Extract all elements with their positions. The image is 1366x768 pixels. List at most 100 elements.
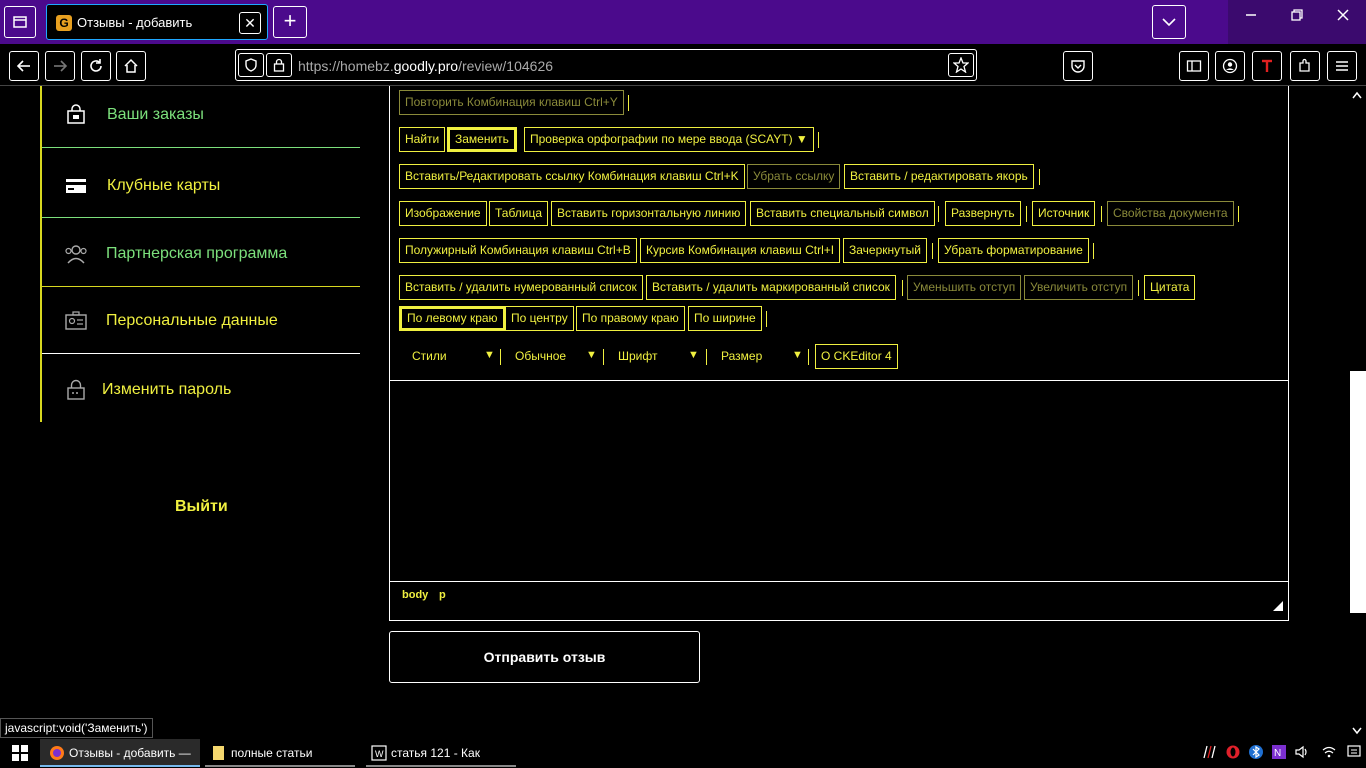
toolbar-separator — [902, 280, 903, 296]
toolbar-separator — [603, 349, 604, 365]
home-icon — [124, 58, 138, 73]
toolbar-separator — [1039, 169, 1040, 185]
format-combo[interactable]: Обычное ▼ — [515, 349, 597, 365]
taskbar-app-label: Отзывы - добавить — ... — [69, 746, 191, 760]
forward-button[interactable] — [45, 51, 75, 81]
status-url: javascript:void('Заменить') — [0, 718, 153, 738]
link-button[interactable]: Вставить/Редактировать ссылку Комбинация… — [399, 164, 745, 189]
toolbar-separator — [1026, 206, 1027, 222]
tracking-protection-button[interactable] — [238, 53, 264, 77]
bulleted-list-button[interactable]: Вставить / удалить маркированный список — [646, 275, 896, 300]
scroll-up-icon[interactable] — [1352, 88, 1362, 102]
sidebar-item-personal-data[interactable]: Персональные данные — [42, 308, 360, 334]
taskbar-app-folder[interactable]: полные статьи — [205, 739, 355, 767]
resize-handle[interactable] — [1273, 601, 1283, 611]
sidebar-item-partner-program[interactable]: Партнерская программа — [42, 241, 360, 267]
about-button[interactable]: О CKEditor 4 — [815, 344, 898, 369]
extensions-button[interactable] — [1290, 51, 1320, 81]
numbered-list-button[interactable]: Вставить / удалить нумерованный список — [399, 275, 643, 300]
list-all-tabs-button[interactable] — [1152, 5, 1186, 39]
scroll-down-icon[interactable] — [1352, 724, 1362, 738]
toolbar-separator — [706, 349, 707, 365]
indent-button[interactable]: Увеличить отступ — [1024, 275, 1134, 300]
maximize-button[interactable]: Развернуть — [945, 201, 1021, 226]
toolbar-separator — [628, 95, 629, 111]
tray-opera-icon[interactable] — [1224, 743, 1242, 761]
chevron-down-icon: ▼ — [586, 349, 597, 361]
sidebar-item-orders[interactable]: Ваши заказы — [42, 102, 360, 128]
format-combo-label: Обычное — [515, 349, 567, 363]
remove-format-button[interactable]: Убрать форматирование — [938, 238, 1089, 263]
scayt-button[interactable]: Проверка орфографии по мере ввода (SCAYT… — [524, 127, 814, 152]
taskbar-app-firefox[interactable]: Отзывы - добавить — ... — [40, 739, 200, 767]
special-char-button[interactable]: Вставить специальный символ — [750, 201, 935, 226]
sidebar-item-change-password[interactable]: Изменить пароль — [42, 377, 360, 403]
strikethrough-button[interactable]: Зачеркнутый — [843, 238, 927, 263]
start-button[interactable] — [5, 739, 35, 767]
divider — [42, 353, 360, 354]
bluetooth-icon[interactable] — [1247, 743, 1265, 761]
reader-view-button[interactable] — [1179, 51, 1209, 81]
wifi-icon[interactable] — [1320, 743, 1338, 761]
minimize-button[interactable] — [1228, 8, 1274, 26]
site-info-button[interactable] — [266, 53, 292, 77]
styles-combo[interactable]: Стили ▼ — [412, 349, 495, 365]
taskbar-app-label: статья 121 - Как увел... — [391, 746, 480, 760]
taskbar-app-word[interactable]: W статья 121 - Как увел... — [366, 739, 516, 767]
bookmark-star-button[interactable] — [948, 53, 974, 77]
tab-title: Отзывы - добавить — [77, 15, 193, 30]
unlink-button[interactable]: Убрать ссылку — [747, 164, 841, 189]
speaker-icon[interactable] — [1293, 743, 1311, 761]
menu-button[interactable] — [1327, 51, 1357, 81]
redo-button[interactable]: Повторить Комбинация клавиш Ctrl+Y — [399, 90, 624, 115]
sidebar-item-club-cards[interactable]: Клубные карты — [42, 173, 360, 199]
sidebar-item-label: Изменить пароль — [102, 381, 232, 398]
tray-app-icon[interactable] — [1200, 743, 1218, 761]
italic-button[interactable]: Курсив Комбинация клавиш Ctrl+I — [640, 238, 841, 263]
firefox-view-button[interactable] — [4, 6, 36, 38]
scrollbar-thumb[interactable] — [1350, 371, 1366, 613]
align-right-button[interactable]: По правому краю — [576, 306, 685, 331]
tab-active[interactable]: G Отзывы - добавить ✕ — [46, 4, 268, 40]
replace-button[interactable]: Заменить — [447, 127, 517, 152]
reload-button[interactable] — [81, 51, 111, 81]
account-sidebar: Ваши заказы Клубные карты Партнерская пр… — [40, 86, 360, 422]
image-button[interactable]: Изображение — [399, 201, 487, 226]
align-left-button[interactable]: По левому краю — [399, 306, 506, 331]
find-button[interactable]: Найти — [399, 127, 446, 152]
restore-button[interactable] — [1274, 8, 1320, 26]
blockquote-button[interactable]: Цитата — [1144, 275, 1196, 300]
element-path-p[interactable]: p — [439, 589, 446, 601]
divider — [42, 286, 360, 287]
logout-link[interactable]: Выйти — [175, 498, 228, 516]
back-button[interactable] — [9, 51, 39, 81]
table-button[interactable]: Таблица — [489, 201, 549, 226]
tab-close-icon[interactable]: ✕ — [239, 12, 261, 34]
url-bar[interactable]: https://homebz.goodly.pro/review/104626 — [235, 49, 977, 81]
align-center-button[interactable]: По центру — [505, 306, 574, 331]
toolbar-separator — [1101, 206, 1102, 222]
submit-review-button[interactable]: Отправить отзыв — [389, 631, 700, 683]
font-combo[interactable]: Шрифт ▼ — [618, 349, 700, 365]
tab-strip: G Отзывы - добавить ✕ + — [0, 0, 1366, 44]
close-window-button[interactable] — [1320, 8, 1366, 26]
notifications-icon[interactable] — [1345, 743, 1363, 761]
home-button[interactable] — [116, 51, 146, 81]
bold-button[interactable]: Полужирный Комбинация клавиш Ctrl+B — [399, 238, 637, 263]
editor-content-area[interactable] — [390, 380, 1288, 582]
horizontal-rule-button[interactable]: Вставить горизонтальную линию — [551, 201, 747, 226]
url-text[interactable]: https://homebz.goodly.pro/review/104626 — [298, 58, 553, 74]
document-properties-button[interactable]: Свойства документа — [1107, 201, 1234, 226]
align-justify-button[interactable]: По ширине — [688, 306, 762, 331]
extension-t-button[interactable] — [1252, 51, 1282, 81]
element-path-body[interactable]: body — [402, 589, 428, 601]
size-combo[interactable]: Размер ▼ — [721, 349, 803, 365]
account-button[interactable] — [1215, 51, 1245, 81]
toolbar-separator — [766, 311, 767, 327]
pocket-button[interactable] — [1063, 51, 1093, 81]
tray-vs-icon[interactable]: N — [1270, 743, 1288, 761]
new-tab-button[interactable]: + — [273, 6, 307, 38]
outdent-button[interactable]: Уменьшить отступ — [907, 275, 1022, 300]
source-button[interactable]: Источник — [1032, 201, 1096, 226]
anchor-button[interactable]: Вставить / редактировать якорь — [844, 164, 1034, 189]
